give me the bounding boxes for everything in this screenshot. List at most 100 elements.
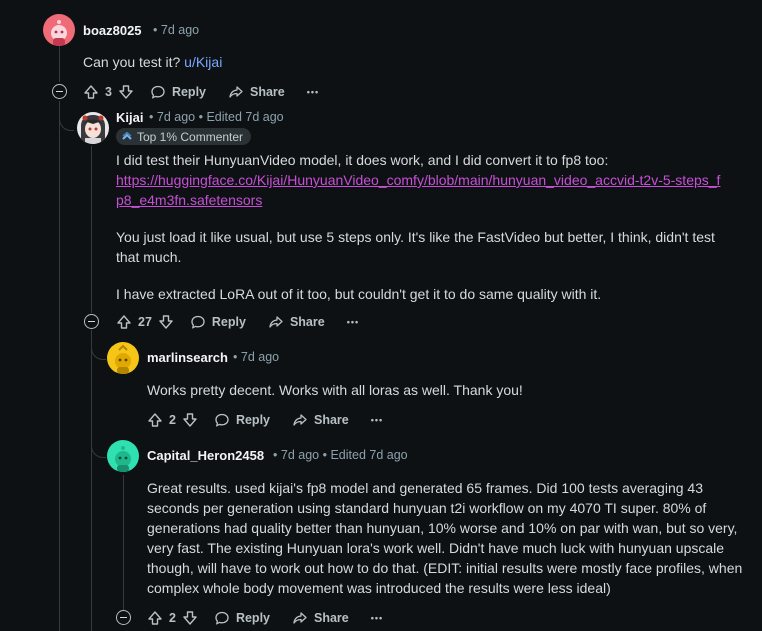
meta-dot: • <box>149 110 154 124</box>
avatar[interactable] <box>107 440 139 472</box>
comment-time[interactable]: 7d ago <box>161 23 199 37</box>
reply-button[interactable]: Reply <box>190 314 246 330</box>
more-options-button[interactable]: ••• <box>371 415 383 425</box>
more-options-button[interactable]: ••• <box>347 317 359 327</box>
reply-button[interactable]: Reply <box>150 84 206 100</box>
meta-dot: • <box>233 350 238 364</box>
upvote-icon[interactable] <box>116 314 132 330</box>
thread-connector <box>91 443 106 458</box>
comment-actions: 27 Reply Share ••• <box>116 310 381 334</box>
comment-paragraph: You just load it like usual, but use 5 s… <box>116 229 715 265</box>
vote-group: 27 <box>116 314 174 330</box>
external-link[interactable]: https://huggingface.co/Kijai/HunyuanVide… <box>116 172 720 208</box>
comment-time[interactable]: 7d ago <box>281 448 319 462</box>
vote-count: 27 <box>138 315 152 329</box>
comment-actions: 2 Reply Share ••• <box>147 408 405 432</box>
collapse-icon <box>120 616 127 619</box>
more-options-button[interactable]: ••• <box>371 613 383 623</box>
vote-count: 2 <box>169 413 176 427</box>
reply-label: Reply <box>171 85 206 99</box>
user-mention-link[interactable]: u/Kijai <box>184 54 222 70</box>
comment-actions: 2 Reply Share ••• <box>147 606 405 630</box>
collapse-button[interactable] <box>52 84 67 99</box>
downvote-icon[interactable] <box>182 610 198 626</box>
user-flair-badge: Top 1% Commenter <box>116 128 252 145</box>
thread-line-root-lower <box>59 101 60 631</box>
reply-button[interactable]: Reply <box>214 610 270 626</box>
reply-icon <box>215 413 229 427</box>
comment-body: Can you test it? u/Kijai <box>83 52 743 72</box>
thread-line-root <box>59 45 60 82</box>
thread-line-kijai <box>91 146 92 313</box>
thread-connector <box>59 116 74 131</box>
comment-body: I did test their HunyuanVideo model, it … <box>116 150 728 304</box>
comment-body-text: Can you test it? <box>83 54 185 70</box>
edited-label: Edited 7d ago <box>206 110 284 124</box>
flair-icon <box>122 131 132 140</box>
share-icon <box>293 612 307 624</box>
comment-meta: • 7d ago • Edited 7d ago <box>273 448 408 462</box>
comment-author[interactable]: boaz8025 <box>83 23 142 38</box>
comment-meta: • 7d ago • Edited 7d ago <box>149 110 284 124</box>
reply-icon <box>215 611 229 625</box>
thread-line-capital <box>123 475 124 610</box>
vote-group: 2 <box>147 610 198 626</box>
share-label: Share <box>250 85 285 99</box>
share-icon <box>269 316 283 328</box>
comment-time[interactable]: 7d ago <box>241 350 279 364</box>
collapse-button[interactable] <box>116 610 131 625</box>
more-icon: ••• <box>306 87 320 97</box>
collapse-icon <box>88 320 95 323</box>
share-button[interactable]: Share <box>292 412 349 428</box>
avatar[interactable] <box>43 14 75 46</box>
downvote-icon[interactable] <box>158 314 174 330</box>
share-button[interactable]: Share <box>292 610 349 626</box>
vote-count: 2 <box>169 611 176 625</box>
share-label: Share <box>289 315 325 329</box>
share-label: Share <box>314 611 349 625</box>
share-icon <box>229 86 243 98</box>
reply-label: Reply <box>211 315 246 329</box>
collapse-icon <box>56 90 63 93</box>
reply-button[interactable]: Reply <box>214 412 270 428</box>
comment-author[interactable]: Capital_Heron2458 <box>147 448 264 463</box>
downvote-icon[interactable] <box>182 412 198 428</box>
comment-body: Works pretty decent. Works with all lora… <box>147 382 523 398</box>
vote-count: 3 <box>105 85 112 99</box>
reply-icon <box>191 315 205 329</box>
share-button[interactable]: Share <box>228 84 285 100</box>
meta-dot: • <box>273 448 278 462</box>
comment-time[interactable]: 7d ago <box>157 110 195 124</box>
avatar[interactable] <box>107 342 139 374</box>
avatar[interactable] <box>77 112 109 144</box>
meta-dot: • <box>322 448 327 462</box>
anime-avatar-icon <box>81 115 105 144</box>
share-label: Share <box>314 413 349 427</box>
more-options-button[interactable]: ••• <box>307 87 319 97</box>
more-icon: ••• <box>370 415 384 425</box>
thread-connector <box>91 345 106 360</box>
comment-author[interactable]: marlinsearch <box>147 350 228 365</box>
vote-group: 2 <box>147 412 198 428</box>
upvote-icon[interactable] <box>147 610 163 626</box>
comment-author[interactable]: Kijai <box>116 110 143 125</box>
comment-paragraph: I have extracted LoRA out of it too, but… <box>116 286 602 302</box>
comment-body: Great results. used kijai's fp8 model an… <box>147 480 743 596</box>
more-icon: ••• <box>370 613 384 623</box>
downvote-icon[interactable] <box>118 84 134 100</box>
reply-label: Reply <box>235 611 270 625</box>
snoo-avatar-icon <box>51 20 67 46</box>
collapse-button[interactable] <box>84 314 99 329</box>
comment-meta: • 7d ago <box>233 350 279 364</box>
meta-dot: • <box>153 23 158 37</box>
share-button[interactable]: Share <box>268 314 325 330</box>
upvote-icon[interactable] <box>147 412 163 428</box>
comment-paragraph: I did test their HunyuanVideo model, it … <box>116 152 609 168</box>
upvote-icon[interactable] <box>83 84 99 100</box>
reply-label: Reply <box>235 413 270 427</box>
meta-dot: • <box>198 110 203 124</box>
comment-actions: 3 Reply Share ••• <box>83 80 341 104</box>
flair-text: Top 1% Commenter <box>137 129 244 144</box>
edited-label: Edited 7d ago <box>330 448 408 462</box>
more-icon: ••• <box>346 317 360 327</box>
